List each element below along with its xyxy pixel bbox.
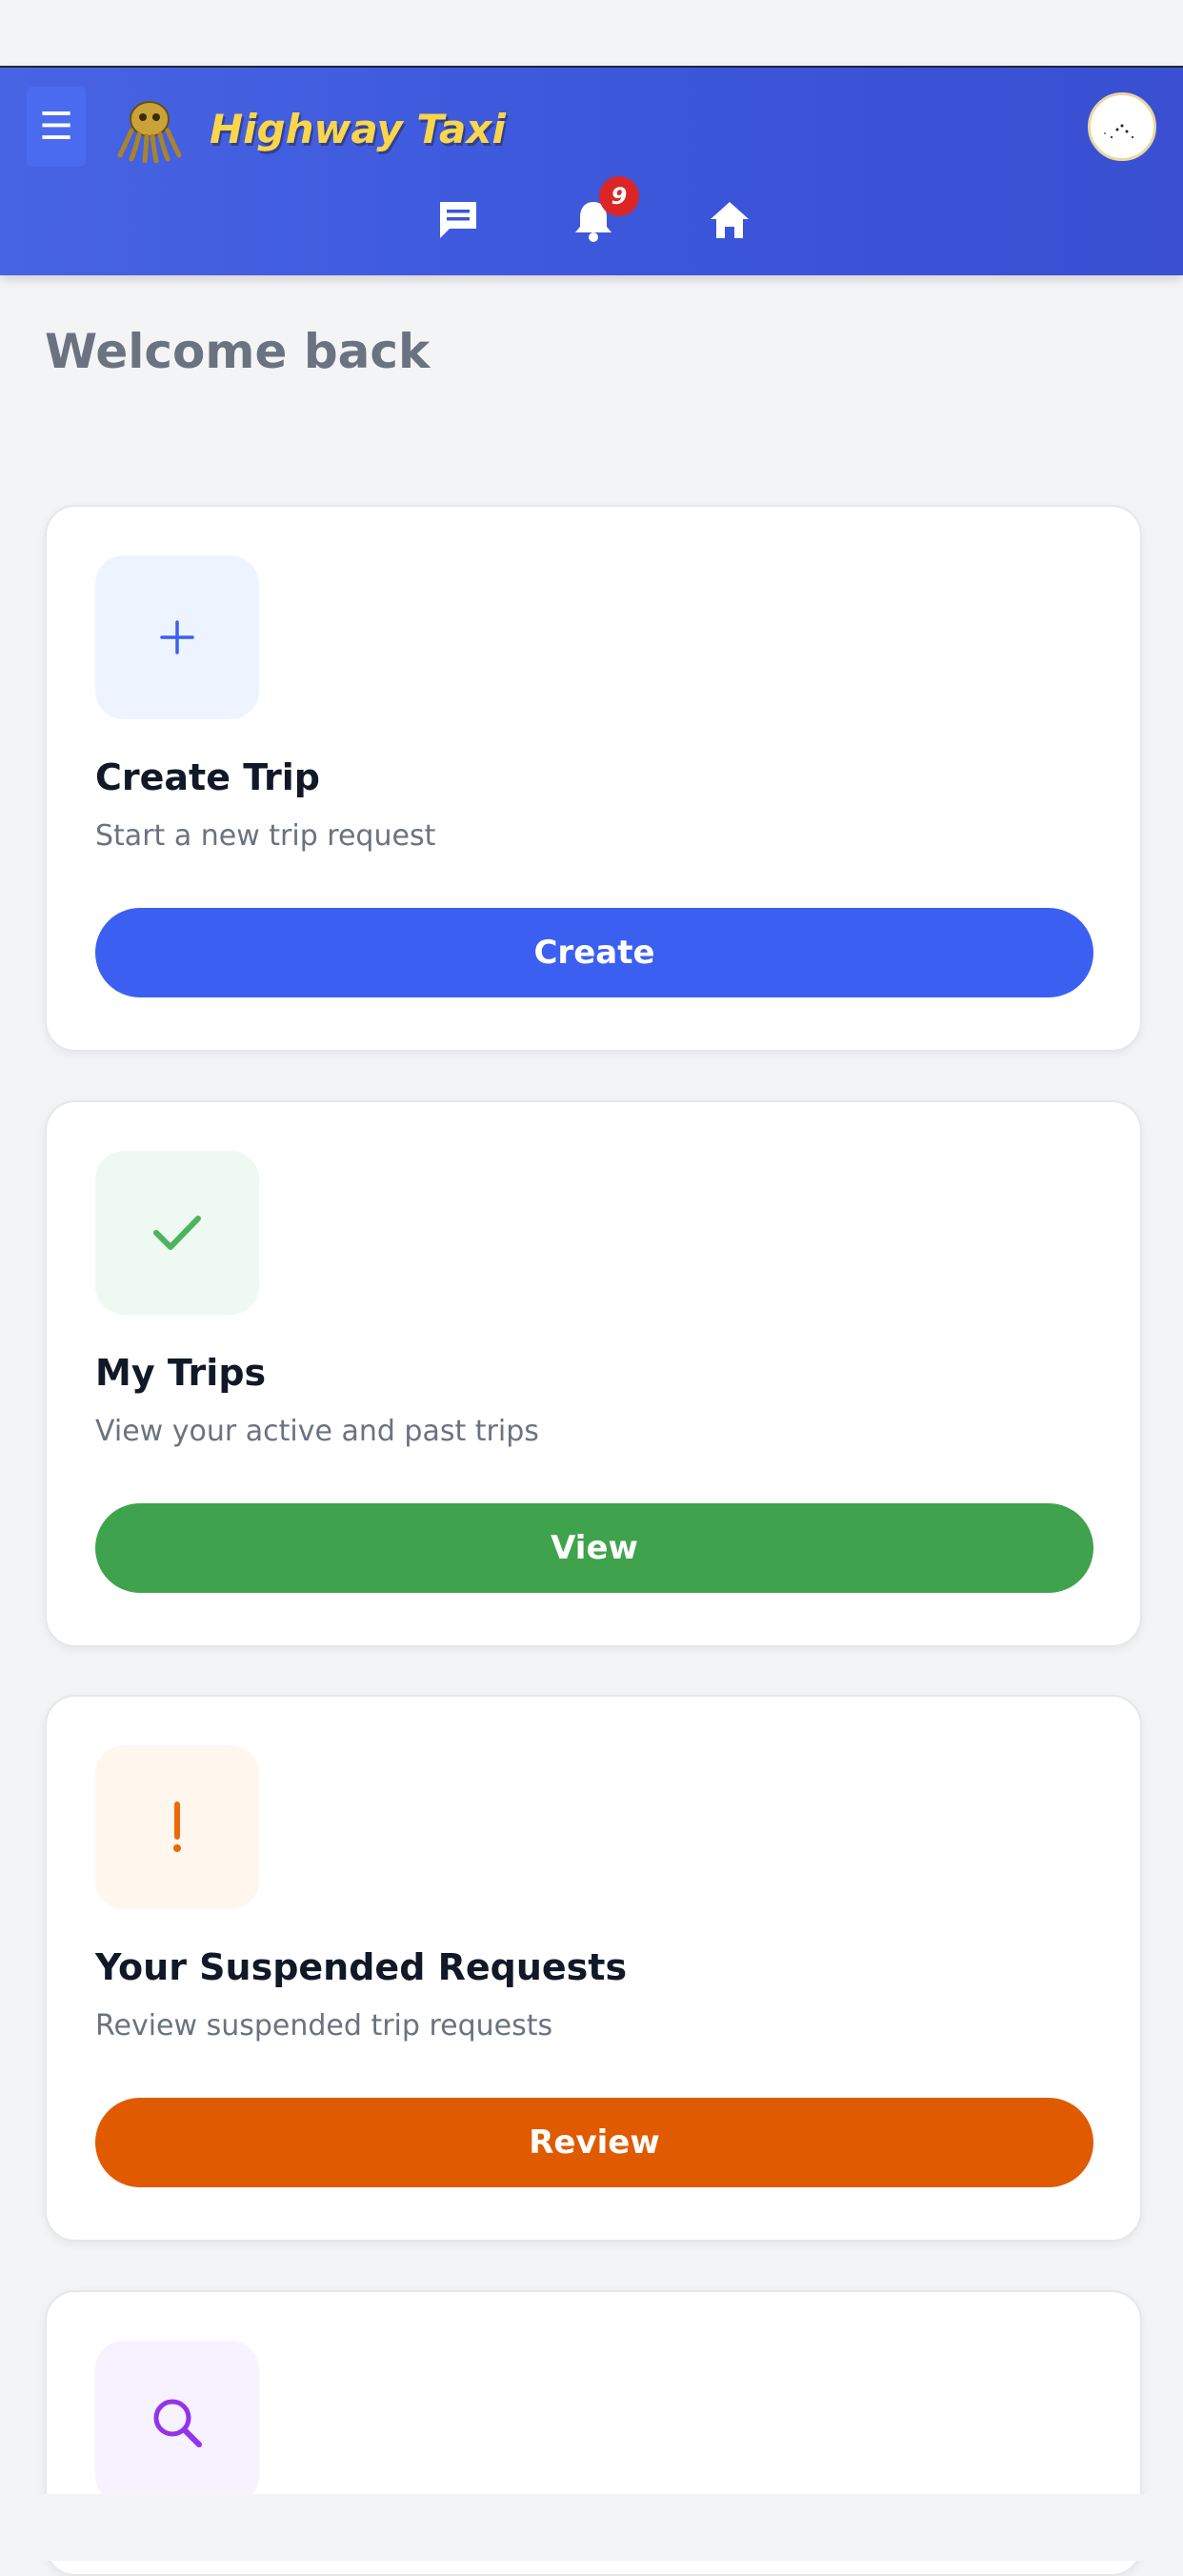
notification-badge: 9 <box>599 176 639 216</box>
card-subtitle: View your active and past trips <box>95 1415 539 1448</box>
card-subtitle: Review suspended trip requests <box>95 2009 553 2043</box>
my-trips-icon-box <box>95 1151 259 1315</box>
card-title: Create Trip <box>95 756 320 798</box>
card-title: My Trips <box>95 1352 267 1394</box>
check-icon <box>153 1216 201 1250</box>
create-trip-icon-box <box>95 555 259 719</box>
suspended-requests-card: Your Suspended Requests Review suspended… <box>45 1695 1142 2242</box>
notifications-button[interactable]: 9 <box>555 176 639 258</box>
welcome-heading: Welcome back <box>45 324 431 379</box>
search-icon <box>153 2399 202 2447</box>
home-button[interactable] <box>692 182 768 258</box>
review-button[interactable]: Review <box>95 2098 1093 2187</box>
card-subtitle: Start a new trip request <box>95 819 436 853</box>
user-avatar[interactable] <box>1088 92 1156 161</box>
chat-icon <box>440 202 476 238</box>
header-nav: 9 <box>0 176 1183 258</box>
octopus-logo-icon[interactable] <box>114 92 185 164</box>
menu-button[interactable]: ☰ <box>27 87 86 167</box>
menu-icon: ☰ <box>39 105 73 149</box>
home-icon <box>711 202 749 238</box>
plus-icon <box>160 620 194 654</box>
my-trips-card: My Trips View your active and past trips… <box>45 1100 1142 1647</box>
brand-title[interactable]: Highway Taxi <box>210 96 506 163</box>
search-icon-box <box>95 2341 259 2505</box>
exclamation-icon <box>173 1801 181 1852</box>
suspended-icon-box <box>95 1745 259 1909</box>
messages-button[interactable] <box>420 182 496 258</box>
create-trip-card: Create Trip Start a new trip request Cre… <box>45 505 1142 1052</box>
status-strip <box>0 0 1183 70</box>
card-title: Your Suspended Requests <box>95 1946 628 1988</box>
bottom-strip <box>0 2494 1183 2561</box>
app-header: ☰ Highway Taxi 9 <box>0 68 1183 275</box>
view-button[interactable]: View <box>95 1503 1093 1593</box>
create-button[interactable]: Create <box>95 908 1093 997</box>
